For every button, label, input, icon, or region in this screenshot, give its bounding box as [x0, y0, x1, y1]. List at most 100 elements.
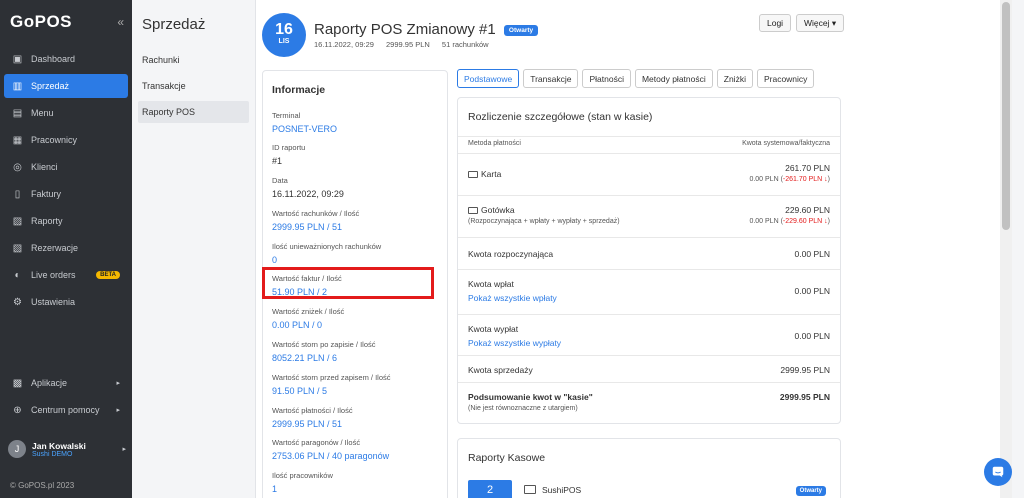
sales-icon: ▥ [12, 80, 23, 92]
sidebar-item-menu[interactable]: ▤ Menu [4, 101, 128, 125]
row-sprzedazy: Kwota sprzedaży 2999.95 PLN [458, 355, 840, 382]
tab-platnosci[interactable]: Płatności [582, 69, 631, 88]
sidebar-item-label: Raporty [31, 216, 63, 226]
row-label: Kwota sprzedaży [468, 365, 533, 375]
sidebar-item-sprzedaz[interactable]: ▥ Sprzedaż [4, 74, 128, 98]
chat-icon [992, 466, 1004, 478]
sidebar-item-label: Pracownicy [31, 135, 78, 145]
terminal-link[interactable]: POSNET-VERO [272, 124, 337, 134]
gear-icon: ⚙ [13, 296, 22, 308]
page-title-text: Raporty POS Zmianowy #1 [314, 21, 496, 38]
sidebar-item-faktury[interactable]: ▯ Faktury [4, 182, 128, 206]
discounts-value-link[interactable]: 0.00 PLN / 0 [272, 320, 344, 330]
sidebar-item-label: Aplikacje [31, 378, 68, 388]
sidebar-item-dashboard[interactable]: ▣ Dashboard [4, 47, 128, 71]
sidebar-item-klienci[interactable]: ◎ Klienci [4, 155, 128, 179]
cash-icon [468, 207, 478, 215]
avatar: J [8, 440, 26, 458]
row-label-sub: (Rozpoczynająca + wpłaty + wypłaty + spr… [468, 218, 620, 225]
info-field-payments-value: Wartość płatności / Ilość 2999.95 PLN / … [272, 406, 353, 429]
info-label: ID raportu [272, 143, 306, 152]
info-field-storno-before: Wartość storn przed zapisem / Ilość 91.5… [272, 373, 391, 396]
cash-reports-title: Raporty Kasowe [468, 452, 546, 464]
main-content: 16 LIS Raporty POS Zmianowy #1 Otwarty 1… [256, 0, 1012, 498]
sidebar-item-raporty[interactable]: ▨ Raporty [4, 209, 128, 233]
row-label: Kwota rozpoczynająca [468, 249, 554, 259]
voided-bills-link[interactable]: 0 [272, 255, 381, 265]
sidebar-item-label: Dashboard [31, 54, 76, 64]
credit-card-icon [468, 171, 478, 179]
info-field-report-id: ID raportu #1 [272, 143, 305, 166]
chevron-right-icon: ▸ [116, 407, 120, 414]
row-wyplat: Kwota wypłat Pokaż wszystkie wypłaty 0.0… [458, 314, 840, 355]
receipts-value-link[interactable]: 2753.06 PLN / 40 paragonów [272, 451, 389, 461]
scrollbar[interactable] [1000, 0, 1012, 498]
row-value: 2999.95 PLN [779, 392, 830, 402]
info-label: Data [272, 176, 288, 185]
info-label: Ilość unieważnionych rachunków [272, 242, 382, 251]
subnav-title: Sprzedaż [142, 16, 206, 33]
tab-znizki[interactable]: Zniżki [716, 69, 753, 88]
info-value: #1 [272, 156, 283, 166]
logs-button[interactable]: Logi [759, 14, 792, 32]
storno-after-link[interactable]: 8052.21 PLN / 6 [272, 353, 376, 363]
info-field-date: Data 16.11.2022, 09:29 [272, 176, 344, 199]
row-label: Kwota wypłat Pokaż wszystkie wypłaty [468, 324, 562, 348]
tab-metody-platnosci[interactable]: Metody płatności [634, 69, 713, 88]
subnav-item-transakcje[interactable]: Transakcje [138, 75, 249, 97]
report-date: 16.11.2022, 09:29 [314, 40, 374, 49]
user-menu[interactable]: J Jan Kowalski Sushi DEMO ▸ [8, 440, 126, 458]
help-icon: ⊕ [13, 404, 22, 416]
highlight-box [262, 267, 434, 299]
reports-icon: ▨ [12, 215, 23, 227]
bills-value-link[interactable]: 2999.95 PLN / 51 [272, 222, 359, 232]
sidebar-item-pracownicy[interactable]: ▦ Pracownicy [4, 128, 128, 152]
collapse-sidebar-icon[interactable]: « [117, 15, 124, 29]
clients-icon: ◎ [13, 161, 22, 173]
row-value: 0.00 PLN [794, 331, 830, 341]
employees-icon: ▦ [12, 134, 23, 146]
show-all-withdrawals-link[interactable]: Pokaż wszystkie wypłaty [468, 338, 561, 348]
monitor-icon [524, 485, 536, 494]
subnav-item-raporty-pos[interactable]: Raporty POS [138, 101, 249, 123]
tab-pracownicy[interactable]: Pracownicy [756, 69, 815, 88]
sidebar: GoPOS « ▣ Dashboard ▥ Sprzedaż ▤ Menu ▦ … [0, 0, 132, 498]
sidebar-item-label: Rezerwacje [31, 243, 79, 253]
scrollbar-thumb[interactable] [1002, 2, 1010, 230]
storno-before-link[interactable]: 91.50 PLN / 5 [272, 386, 391, 396]
info-label: Wartość storn po zapisie / Ilość [272, 340, 376, 349]
show-all-deposits-link[interactable]: Pokaż wszystkie wpłaty [468, 293, 557, 303]
chat-button[interactable] [984, 458, 1012, 486]
difference-negative: -229.60 PLN ↓ [782, 218, 828, 225]
row-gotowka: Gotówka (Rozpoczynająca + wpłaty + wypła… [458, 195, 840, 237]
payments-value-link[interactable]: 2999.95 PLN / 51 [272, 419, 353, 429]
more-button[interactable]: Więcej ▾ [796, 14, 845, 32]
column-header-method: Metoda płatności [468, 140, 521, 147]
employees-count-link[interactable]: 1 [272, 484, 333, 494]
cash-reports-count[interactable]: 2 [468, 480, 512, 498]
info-field-terminal: Terminal POSNET-VERO [272, 111, 337, 134]
sidebar-item-aplikacje[interactable]: ▩ Aplikacje ▸ [4, 371, 128, 395]
sidebar-item-ustawienia[interactable]: ⚙ Ustawienia [4, 290, 128, 314]
pos-name[interactable]: SushiPOS [542, 485, 581, 495]
tab-podstawowe[interactable]: Podstawowe [457, 69, 520, 88]
row-label: Podsumowanie kwot w "kasie" (Nie jest ró… [468, 392, 593, 412]
column-header-amount: Kwota systemowa/faktyczna [742, 140, 830, 147]
sidebar-item-live-orders[interactable]: ◐ Live orders BETA [4, 263, 128, 287]
tab-transakcje[interactable]: Transakcje [523, 69, 579, 88]
tabs: Podstawowe Transakcje Płatności Metody p… [457, 69, 815, 88]
gopos-logo[interactable]: GoPOS [10, 12, 72, 32]
sidebar-item-rezerwacje[interactable]: ▧ Rezerwacje [4, 236, 128, 260]
info-value: 16.11.2022, 09:29 [272, 189, 344, 199]
sidebar-item-centrum-pomocy[interactable]: ⊕ Centrum pomocy ▸ [4, 398, 128, 422]
row-karta: Karta 261.70 PLN 0.00 PLN (-261.70 PLN ↓… [458, 153, 840, 195]
report-meta: 16.11.2022, 09:29 2999.95 PLN 51 rachunk… [314, 40, 499, 49]
date-day: 16 [275, 21, 293, 38]
row-value: 261.70 PLN 0.00 PLN (-261.70 PLN ↓) [749, 163, 830, 183]
row-wplat: Kwota wpłat Pokaż wszystkie wpłaty 0.00 … [458, 269, 840, 314]
info-panel-title: Informacje [272, 84, 326, 96]
row-value: 0.00 PLN [794, 286, 830, 296]
row-podsumowanie: Podsumowanie kwot w "kasie" (Nie jest ró… [458, 382, 840, 424]
info-field-receipts-value: Wartość paragonów / Ilość 2753.06 PLN / … [272, 438, 389, 461]
subnav-item-rachunki[interactable]: Rachunki [138, 49, 249, 71]
